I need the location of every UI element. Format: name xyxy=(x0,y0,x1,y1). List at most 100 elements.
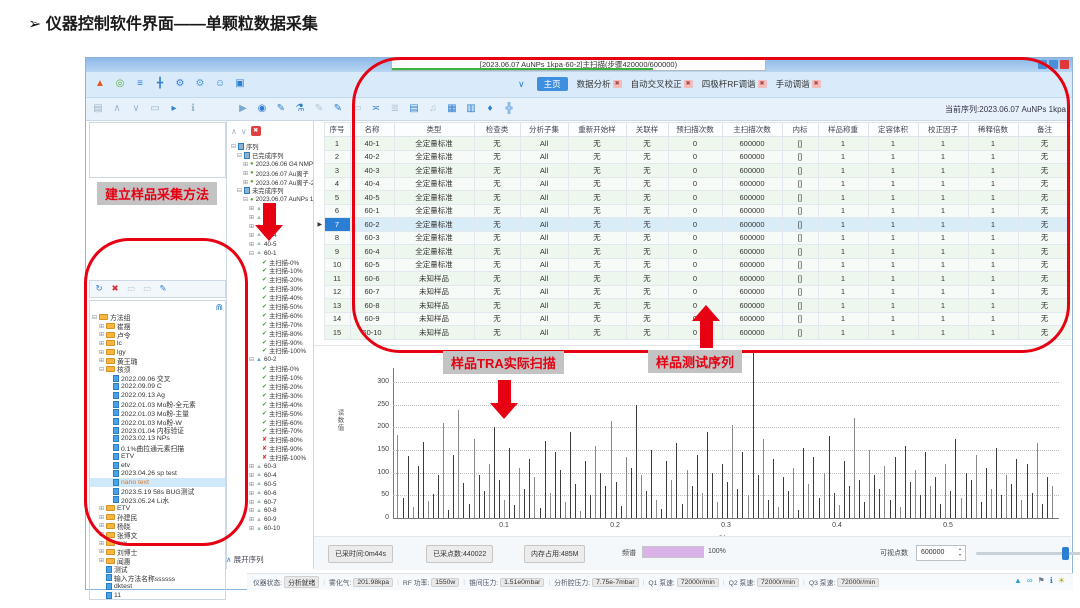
table-row-40-4[interactable]: 440-4全定量标准无All无无0600000[]1111无 xyxy=(316,177,1071,191)
cell[interactable]: 600000 xyxy=(722,326,782,340)
tree-item-ETV[interactable]: ⊞ETV xyxy=(90,504,225,513)
tree-expander-icon[interactable]: ⊞ xyxy=(99,522,106,529)
gear-icon[interactable]: ⚙ xyxy=(173,76,187,91)
cell[interactable]: 4 xyxy=(324,177,350,191)
tree-item-主扫描-20%[interactable]: ✔主扫描-20% xyxy=(229,275,313,284)
delete-icon[interactable]: ✖ xyxy=(109,282,121,294)
cell[interactable]: 未知样品 xyxy=(394,285,474,299)
cell[interactable]: 1 xyxy=(968,258,1018,272)
tree-item-黄王璐[interactable]: ⊞黄王璐 xyxy=(90,356,225,365)
tree-item-主扫描-70%[interactable]: ✔主扫描-70% xyxy=(229,320,313,329)
tab-自动交叉校正[interactable]: 自动交叉校正✖ xyxy=(631,77,693,91)
tree-expander-icon[interactable]: ⊞ xyxy=(243,161,250,168)
spinner-arrows[interactable]: ▴▾ xyxy=(956,546,964,560)
message-icon[interactable]: ▣ xyxy=(233,76,247,91)
cell[interactable]: 1 xyxy=(918,164,968,178)
cell[interactable]: 0 xyxy=(668,164,722,178)
cell[interactable]: 无 xyxy=(1018,231,1071,245)
cell[interactable]: 1 xyxy=(968,285,1018,299)
cell[interactable]: 1 xyxy=(918,258,968,272)
cell[interactable]: 1 xyxy=(968,218,1018,232)
cell[interactable]: 全定量标准 xyxy=(394,137,474,151)
info-icon[interactable]: ℹ xyxy=(186,101,200,116)
tree-item-2022.09.06 交叉[interactable]: 2022.09.06 交叉 xyxy=(90,374,225,383)
cell[interactable]: All xyxy=(520,299,568,313)
tree-expander-icon[interactable]: ⊞ xyxy=(249,481,256,488)
cell[interactable]: 1 xyxy=(818,272,868,286)
tree-item-主扫描-90%[interactable]: ✘主扫描-90% xyxy=(229,444,313,453)
cell[interactable]: 无 xyxy=(626,150,668,164)
cell[interactable]: 0 xyxy=(668,245,722,259)
cell[interactable]: 无 xyxy=(568,231,626,245)
view-slider-thumb[interactable] xyxy=(1062,547,1069,560)
cell[interactable]: 1 xyxy=(968,137,1018,151)
cell[interactable]: 无 xyxy=(474,299,520,313)
tree-item-60-4[interactable]: ⊞▲60-4 xyxy=(229,471,313,480)
tree-expander-icon[interactable]: ⊞ xyxy=(99,331,106,338)
tree-expander-icon[interactable]: ⊞ xyxy=(243,179,250,186)
tree-item-主扫描-0%[interactable]: ✔主扫描-0% xyxy=(229,258,313,267)
cell[interactable]: 0 xyxy=(668,285,722,299)
cell[interactable]: 600000 xyxy=(722,299,782,313)
folder-icon[interactable]: ▭ xyxy=(125,282,137,294)
table-row-60-10[interactable]: 1560-10未知样品无All无无0600000[]1111无 xyxy=(316,326,1071,340)
cell[interactable]: 无 xyxy=(474,245,520,259)
cell[interactable]: 1 xyxy=(968,272,1018,286)
cell[interactable]: [] xyxy=(782,245,818,259)
tree-item-主扫描-100%[interactable]: ✔主扫描-100% xyxy=(229,346,313,355)
cell[interactable]: 1 xyxy=(968,245,1018,259)
cell[interactable]: 60-3 xyxy=(350,231,394,245)
tree-item-主扫描-100%[interactable]: ✘主扫描-100% xyxy=(229,453,313,462)
cell[interactable]: 无 xyxy=(474,177,520,191)
cell[interactable]: 0 xyxy=(668,177,722,191)
cell[interactable]: 1 xyxy=(868,137,918,151)
cell[interactable]: 40-2 xyxy=(350,150,394,164)
tree-expander-icon[interactable]: ⊟ xyxy=(99,366,106,373)
tree-expander-icon[interactable]: ⊞ xyxy=(243,170,250,177)
cell[interactable]: 无 xyxy=(1018,137,1071,151)
minimize-button[interactable] xyxy=(1038,60,1047,69)
cell[interactable]: 1 xyxy=(918,231,968,245)
cell[interactable]: 无 xyxy=(626,164,668,178)
tree-item-lgy[interactable]: ⊞lgy xyxy=(90,348,225,357)
tree-expander-icon[interactable]: ⊟ xyxy=(231,143,238,150)
cell[interactable]: 600000 xyxy=(722,177,782,191)
cell[interactable]: 全定量标准 xyxy=(394,231,474,245)
cell[interactable]: 无 xyxy=(568,285,626,299)
cell[interactable]: 无 xyxy=(474,231,520,245)
cell[interactable]: All xyxy=(520,285,568,299)
cell[interactable]: 9 xyxy=(324,245,350,259)
cell[interactable]: 1 xyxy=(818,150,868,164)
cell[interactable]: 1 xyxy=(968,204,1018,218)
tree-item-2023.05.24 Li水[interactable]: 2023.05.24 Li水 xyxy=(90,495,225,504)
cell[interactable]: 1 xyxy=(818,231,868,245)
cell[interactable]: 1 xyxy=(918,285,968,299)
tree-item-孙建民[interactable]: ⊞孙建民 xyxy=(90,513,225,522)
tree-expander-icon[interactable]: ⊞ xyxy=(249,241,256,248)
cell[interactable]: [] xyxy=(782,150,818,164)
cell[interactable]: 无 xyxy=(474,204,520,218)
tree-item-主扫描-10%[interactable]: ✔主扫描-10% xyxy=(229,373,313,382)
cell[interactable]: 13 xyxy=(324,299,350,313)
tree-expander-icon[interactable]: ⊟ xyxy=(92,314,99,321)
cell[interactable]: 1 xyxy=(818,245,868,259)
tree-item-2023.04.26 sp test[interactable]: 2023.04.26 sp test xyxy=(90,469,225,478)
chart-divider[interactable] xyxy=(314,345,1071,346)
cell[interactable]: 无 xyxy=(1018,150,1071,164)
tree-expander-icon[interactable]: ⊞ xyxy=(99,548,106,555)
play-icon[interactable]: ▶ xyxy=(236,101,250,116)
cell[interactable]: [] xyxy=(782,231,818,245)
tree-item-dktest[interactable]: dktest xyxy=(90,582,225,591)
tree-expander-icon[interactable]: ⊞ xyxy=(99,540,106,547)
eraser-icon[interactable]: ▭ xyxy=(350,101,364,116)
tree-item-2022.09.09 C[interactable]: 2022.09.09 C xyxy=(90,383,225,392)
cell[interactable]: 1 xyxy=(918,272,968,286)
cell[interactable]: 全定量标准 xyxy=(394,258,474,272)
cell[interactable]: [] xyxy=(782,299,818,313)
table-row-60-4[interactable]: 960-4全定量标准无All无无0600000[]1111无 xyxy=(316,245,1071,259)
expand-arrows-icon[interactable]: ╬ xyxy=(502,101,516,116)
tree-expander-icon[interactable]: ⊞ xyxy=(249,205,256,212)
list-icon[interactable]: ≣ xyxy=(388,101,402,116)
cell[interactable]: 60-10 xyxy=(350,326,394,340)
collapse-icon[interactable]: ∧ xyxy=(226,555,232,564)
